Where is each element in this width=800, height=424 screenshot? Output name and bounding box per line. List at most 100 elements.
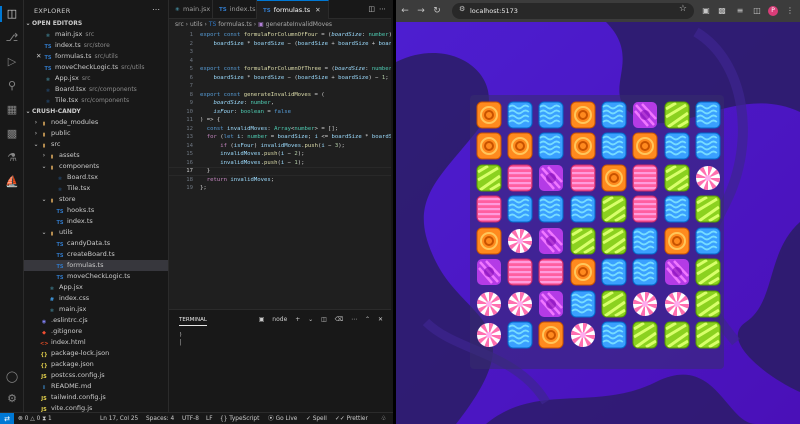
- folder-item[interactable]: ⌄ ▮ store: [24, 194, 168, 205]
- manage-gear-icon[interactable]: ⚙: [5, 392, 19, 406]
- line-ending[interactable]: LF: [206, 413, 213, 424]
- candy-tile-lime[interactable]: [631, 320, 660, 352]
- candy-tile-purple[interactable]: [537, 225, 566, 257]
- candy-tile-pink[interactable]: [505, 257, 534, 289]
- address-bar[interactable]: ⚙ localhost:5173 ☆: [452, 3, 694, 19]
- file-item[interactable]: {} package.json: [24, 359, 168, 370]
- tab-formulas-ts[interactable]: TS formulas.ts ✕: [257, 0, 329, 19]
- open-editors-section[interactable]: ⌄OPEN EDITORS: [24, 18, 168, 29]
- candy-tile-lime[interactable]: [600, 288, 629, 320]
- candy-tile-blue[interactable]: [694, 131, 723, 163]
- file-item[interactable]: ⚛ Tile.tsx: [24, 183, 168, 194]
- open-editor-item[interactable]: TS index.ts src/store: [24, 40, 168, 51]
- candy-tile-orange[interactable]: [474, 99, 503, 131]
- candy-tile-blue[interactable]: [600, 257, 629, 289]
- remote-explorer-icon[interactable]: ▩: [5, 127, 19, 141]
- file-item[interactable]: TS createBoard.ts: [24, 249, 168, 260]
- folder-item[interactable]: ⌄ ▮ components: [24, 161, 168, 172]
- file-item[interactable]: ⚛ App.jsx: [24, 282, 168, 293]
- candy-tile-orange[interactable]: [631, 131, 660, 163]
- more-actions-icon[interactable]: ⋯: [379, 0, 386, 19]
- candy-tile-pink[interactable]: [631, 194, 660, 226]
- candy-tile-blue[interactable]: [568, 194, 597, 226]
- file-item[interactable]: JS postcss.config.js: [24, 370, 168, 381]
- candy-tile-blue[interactable]: [600, 131, 629, 163]
- file-item[interactable]: TS candyData.ts: [24, 238, 168, 249]
- terminal-tab[interactable]: TERMINAL: [179, 317, 207, 326]
- forward-arrow-icon[interactable]: →: [414, 4, 428, 18]
- candy-tile-pinkswirl[interactable]: [662, 288, 691, 320]
- language-mode[interactable]: {} TypeScript: [220, 413, 259, 424]
- bookmark-star-icon[interactable]: ☆: [679, 4, 687, 14]
- candy-tile-pink[interactable]: [537, 257, 566, 289]
- file-item[interactable]: TS moveCheckLogic.ts: [24, 271, 168, 282]
- open-editor-item[interactable]: TS moveCheckLogic.ts src/utils: [24, 62, 168, 73]
- candy-tile-blue[interactable]: [537, 194, 566, 226]
- candy-tile-blue[interactable]: [694, 99, 723, 131]
- split-editor-icon[interactable]: ◫: [368, 0, 375, 19]
- candy-tile-orange[interactable]: [568, 257, 597, 289]
- candy-tile-lime[interactable]: [694, 257, 723, 289]
- back-arrow-icon[interactable]: ←: [398, 4, 412, 18]
- docker-icon[interactable]: ⛵: [5, 175, 19, 189]
- file-item[interactable]: TS index.ts: [24, 216, 168, 227]
- files-icon[interactable]: ◫: [5, 7, 19, 21]
- candy-tile-lime[interactable]: [568, 225, 597, 257]
- open-editor-item[interactable]: ⚛ Tile.tsx src/components: [24, 95, 168, 106]
- candy-tile-purple[interactable]: [631, 99, 660, 131]
- go-live-button[interactable]: ⦿ Go Live: [268, 413, 297, 424]
- candy-tile-blue[interactable]: [537, 99, 566, 131]
- candy-tile-lime[interactable]: [694, 320, 723, 352]
- close-icon[interactable]: ✕: [36, 51, 44, 62]
- open-editor-item[interactable]: ✕ TS formulas.ts src/utils: [24, 51, 168, 62]
- file-item[interactable]: ⚛ main.jsx: [24, 304, 168, 315]
- candy-tile-pinkswirl[interactable]: [631, 288, 660, 320]
- side-panel-icon[interactable]: ◫: [751, 4, 763, 18]
- prettier-button[interactable]: ✓✓ Prettier: [335, 413, 368, 424]
- new-terminal-icon[interactable]: +: [295, 316, 300, 323]
- reload-icon[interactable]: ↻: [430, 4, 444, 18]
- candy-tile-orange[interactable]: [662, 225, 691, 257]
- candy-tile-orange[interactable]: [568, 131, 597, 163]
- candy-tile-lime[interactable]: [694, 194, 723, 226]
- candy-tile-orange[interactable]: [474, 225, 503, 257]
- candy-tile-lime[interactable]: [662, 99, 691, 131]
- candy-tile-purple[interactable]: [537, 288, 566, 320]
- code-view[interactable]: 1 export const formulaForColumnOfFour = (…: [169, 31, 391, 306]
- folder-item[interactable]: › ▮ assets: [24, 150, 168, 161]
- candy-tile-blue[interactable]: [505, 320, 534, 352]
- browser-menu-icon[interactable]: ⋮: [784, 4, 796, 18]
- candy-tile-purple[interactable]: [537, 162, 566, 194]
- breadcrumb-item[interactable]: utils: [190, 21, 203, 28]
- folder-item[interactable]: ⌄ ▮ src: [24, 139, 168, 150]
- tab-index-ts[interactable]: TS index.ts: [213, 0, 257, 19]
- open-editor-item[interactable]: ⚛ Board.tsx src/components: [24, 84, 168, 95]
- candy-tile-blue[interactable]: [694, 225, 723, 257]
- file-item[interactable]: i README.md: [24, 381, 168, 392]
- candy-tile-orange[interactable]: [568, 99, 597, 131]
- candy-tile-blue[interactable]: [662, 194, 691, 226]
- media-icon[interactable]: ≡: [734, 4, 746, 18]
- file-item[interactable]: <> index.html: [24, 337, 168, 348]
- file-item[interactable]: ◆ .gitignore: [24, 326, 168, 337]
- file-item[interactable]: ◉ .eslintrc.cjs: [24, 315, 168, 326]
- more-actions-icon[interactable]: ⋯: [152, 5, 160, 14]
- remote-icon[interactable]: ⇄: [0, 413, 14, 424]
- candy-tile-orange[interactable]: [474, 131, 503, 163]
- candy-tile-pink[interactable]: [505, 162, 534, 194]
- candy-tile-blue[interactable]: [505, 99, 534, 131]
- breadcrumb-item[interactable]: src: [175, 21, 184, 28]
- testing-icon[interactable]: ⚗: [5, 151, 19, 165]
- notifications-bell-icon[interactable]: ♧: [381, 413, 386, 424]
- candy-tile-pink[interactable]: [568, 162, 597, 194]
- run-debug-icon[interactable]: ▷: [5, 55, 19, 69]
- candy-tile-pinkswirl[interactable]: [474, 288, 503, 320]
- cursor-position[interactable]: Ln 17, Col 25: [100, 413, 138, 424]
- chevron-down-icon[interactable]: ⌄: [308, 316, 313, 323]
- open-editor-item[interactable]: ⚛ App.jsx src: [24, 73, 168, 84]
- candy-tile-pinkswirl[interactable]: [505, 225, 534, 257]
- candy-tile-pinkswirl[interactable]: [568, 320, 597, 352]
- problems-indicator[interactable]: ⊗ 0 △ 0 ⧗ 1: [18, 413, 52, 424]
- candy-tile-lime[interactable]: [694, 288, 723, 320]
- candy-tile-blue[interactable]: [568, 288, 597, 320]
